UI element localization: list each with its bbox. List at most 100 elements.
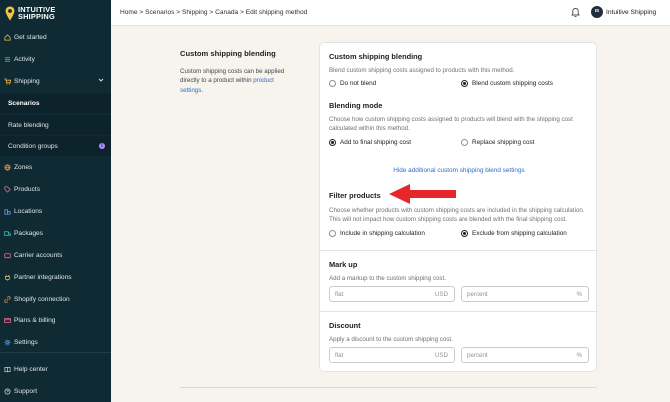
filter-products-description: Choose whether products with custom ship… xyxy=(329,207,585,223)
sidebar-item-condition-groups[interactable]: Condition groups i xyxy=(0,136,111,156)
radio-dot xyxy=(461,80,468,87)
annotation-arrow-icon xyxy=(389,184,456,204)
section-divider xyxy=(320,250,598,251)
sidebar-item-rate-blending[interactable]: Rate blending xyxy=(0,115,111,135)
cart-icon xyxy=(4,77,11,85)
sidebar-item-label: Condition groups xyxy=(8,142,58,150)
sidebar-item-help-center[interactable]: Help center xyxy=(0,359,111,379)
brand-logo[interactable]: INTUITIVE SHIPPING xyxy=(0,0,111,26)
discount-title: Discount xyxy=(329,321,361,330)
sidebar-item-packages[interactable]: Packages xyxy=(0,223,111,243)
discount-percent-input[interactable]: percent % xyxy=(461,347,589,363)
sidebar-item-label: Scenarios xyxy=(8,99,40,107)
markup-flat-input[interactable]: flat USD xyxy=(329,286,455,302)
sidebar-item-activity[interactable]: Activity xyxy=(0,49,111,69)
discount-description: Apply a discount to the custom shipping … xyxy=(329,336,453,343)
chat-icon xyxy=(4,388,11,395)
field-suffix: % xyxy=(576,291,582,298)
link-icon xyxy=(4,295,11,303)
blending-description: Blend custom shipping costs assigned to … xyxy=(329,67,515,74)
chevron-down-icon xyxy=(98,78,104,82)
section-description-end: . xyxy=(201,86,204,94)
blend-custom-costs-radio[interactable]: Blend custom shipping costs xyxy=(461,80,553,87)
filter-products-title: Filter products xyxy=(329,191,381,200)
sidebar-item-zones[interactable]: Zones xyxy=(0,157,111,177)
sidebar-divider xyxy=(0,352,111,353)
sidebar-item-label: Get started xyxy=(14,33,47,41)
sidebar-item-products[interactable]: Products xyxy=(0,179,111,199)
discount-flat-input[interactable]: flat USD xyxy=(329,347,455,363)
sidebar-item-shopify-connection[interactable]: Shopify connection xyxy=(0,289,111,309)
sidebar-item-label: Activity xyxy=(14,55,35,63)
sidebar: INTUITIVE SHIPPING Get started Activity … xyxy=(0,0,111,402)
radio-label: Blend custom shipping costs xyxy=(472,80,553,87)
sidebar-item-label: Settings xyxy=(14,338,38,346)
avatar[interactable]: IS xyxy=(591,6,603,18)
sidebar-item-label: Shipping xyxy=(14,77,40,85)
sidebar-item-locations[interactable]: Locations xyxy=(0,201,111,221)
include-in-calculation-radio[interactable]: Include in shipping calculation xyxy=(329,230,425,237)
sidebar-item-label: Shopify connection xyxy=(14,295,70,303)
replace-shipping-cost-radio[interactable]: Replace shipping cost xyxy=(461,139,535,146)
field-suffix: % xyxy=(576,352,582,359)
sidebar-item-support[interactable]: Support xyxy=(0,381,111,401)
blending-title: Custom shipping blending xyxy=(329,52,423,61)
radio-label: Replace shipping cost xyxy=(472,139,535,146)
do-not-blend-radio[interactable]: Do not blend xyxy=(329,80,376,87)
brand-line2: SHIPPING xyxy=(18,12,55,21)
markup-percent-input[interactable]: percent % xyxy=(461,286,589,302)
hide-blend-settings-link[interactable]: Hide additional custom shipping blend se… xyxy=(320,167,598,174)
exclude-from-calculation-radio[interactable]: Exclude from shipping calculation xyxy=(461,230,567,237)
gear-icon xyxy=(4,339,11,346)
book-icon xyxy=(4,366,11,373)
sidebar-item-label: Support xyxy=(14,387,38,395)
section-description: Custom shipping costs can be applied dir… xyxy=(180,67,295,95)
radio-dot xyxy=(329,139,336,146)
field-placeholder: percent xyxy=(467,291,488,298)
sidebar-item-label: Locations xyxy=(14,207,43,215)
sidebar-item-label: Products xyxy=(14,185,41,193)
sidebar-item-settings[interactable]: Settings xyxy=(0,332,111,352)
radio-dot xyxy=(329,80,336,87)
field-placeholder: percent xyxy=(467,352,488,359)
sidebar-item-shipping[interactable]: Shipping xyxy=(0,71,111,91)
sidebar-item-carrier-accounts[interactable]: Carrier accounts xyxy=(0,245,111,265)
radio-label: Do not blend xyxy=(340,80,377,87)
field-placeholder: flat xyxy=(335,352,344,359)
location-pin-icon xyxy=(5,6,15,20)
markup-title: Mark up xyxy=(329,260,358,269)
section-divider xyxy=(320,311,598,312)
radio-label: Include in shipping calculation xyxy=(340,230,425,237)
radio-label: Exclude from shipping calculation xyxy=(472,230,567,237)
card-icon xyxy=(4,317,11,324)
tag-icon xyxy=(4,185,11,193)
user-name[interactable]: Intuitive Shipping xyxy=(606,9,656,16)
radio-dot xyxy=(461,230,468,237)
blending-settings-card: Custom shipping blending Blend custom sh… xyxy=(319,42,598,372)
blending-mode-description: Choose how custom shipping costs assigne… xyxy=(329,116,573,132)
field-placeholder: flat xyxy=(335,291,344,298)
sidebar-item-label: Rate blending xyxy=(8,121,49,129)
radio-dot xyxy=(329,230,336,237)
breadcrumb[interactable]: Home > Scenarios > Shipping > Canada > E… xyxy=(120,9,307,16)
radio-label: Add to final shipping cost xyxy=(340,139,412,146)
sidebar-item-scenarios[interactable]: Scenarios xyxy=(0,93,111,113)
sidebar-item-get-started[interactable]: Get started xyxy=(0,27,111,47)
sidebar-item-partner-integrations[interactable]: Partner integrations xyxy=(0,267,111,287)
sidebar-item-label: Packages xyxy=(14,229,43,237)
bell-icon[interactable] xyxy=(570,7,581,18)
list-icon xyxy=(4,56,11,63)
info-badge: i xyxy=(99,143,105,149)
add-to-final-cost-radio[interactable]: Add to final shipping cost xyxy=(329,139,411,146)
sidebar-item-plans-billing[interactable]: Plans & billing xyxy=(0,310,111,330)
page-divider xyxy=(180,387,597,388)
sidebar-item-label: Carrier accounts xyxy=(14,251,63,259)
sidebar-item-label: Help center xyxy=(14,365,48,373)
home-icon xyxy=(4,33,11,41)
top-bar: Home > Scenarios > Shipping > Canada > E… xyxy=(111,0,670,26)
sidebar-item-label: Partner integrations xyxy=(14,273,72,281)
field-suffix: USD xyxy=(434,352,448,359)
globe-icon xyxy=(4,163,11,171)
markup-description: Add a markup to the custom shipping cost… xyxy=(329,275,446,282)
section-title: Custom shipping blending xyxy=(180,49,276,58)
